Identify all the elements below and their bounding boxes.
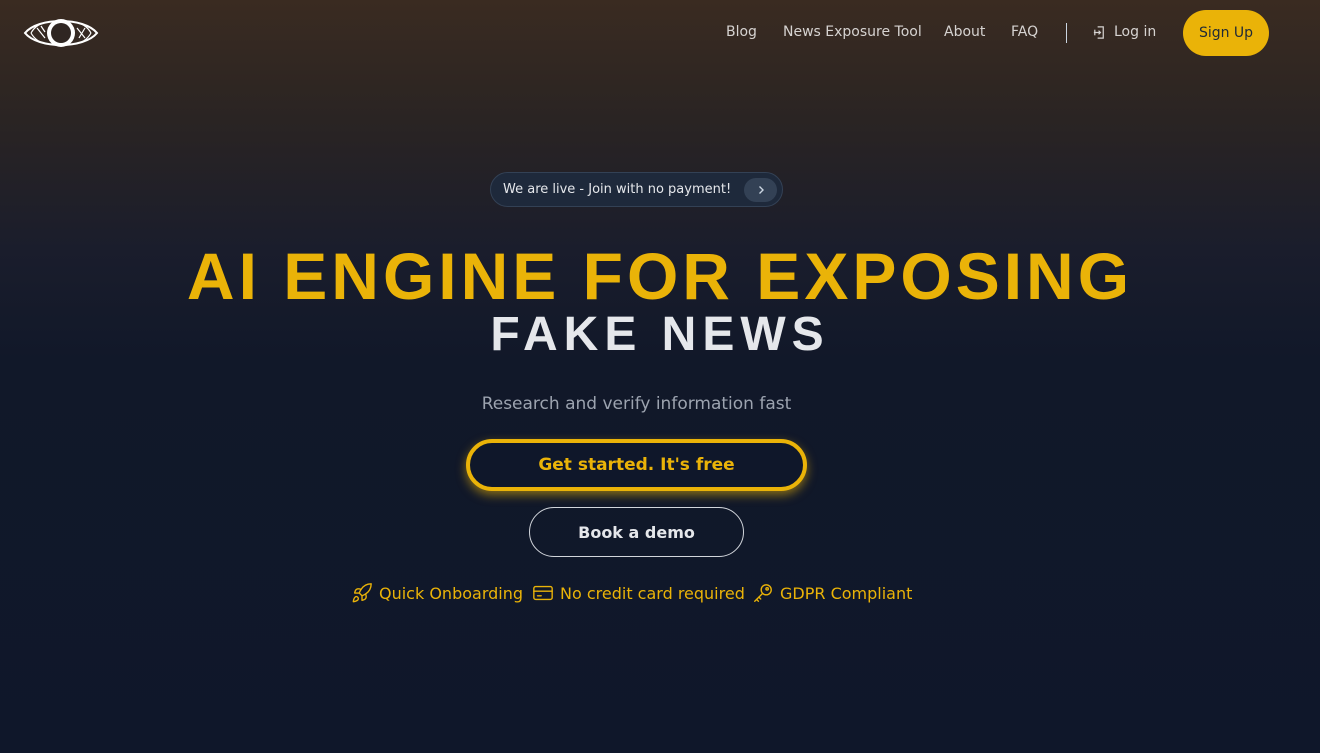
get-started-button[interactable]: Get started. It's free (466, 439, 807, 491)
eye-logo[interactable] (23, 14, 99, 52)
login-label: Log in (1114, 24, 1157, 40)
announcement-text: We are live - Join with no payment! (503, 182, 732, 197)
feature-label: GDPR Compliant (780, 583, 913, 603)
feature-label: No credit card required (560, 583, 745, 603)
nav-link-news-exposure-tool[interactable]: News Exposure Tool (783, 24, 922, 40)
credit-card-icon (533, 585, 553, 601)
key-icon (754, 584, 772, 602)
announcement-pill[interactable]: We are live - Join with no payment! (490, 172, 783, 207)
hero-headline-secondary: FAKE NEWS (490, 308, 830, 361)
nav-link-blog[interactable]: Blog (726, 24, 757, 40)
hero-headline: AI ENGINE FOR EXPOSING (186, 239, 1134, 313)
nav-link-about[interactable]: About (944, 24, 985, 40)
feature-no-credit-card: No credit card required (532, 582, 745, 604)
nav-link-faq[interactable]: FAQ (1011, 24, 1038, 40)
feature-label: Quick Onboarding (379, 583, 524, 603)
top-navbar: Blog News Exposure Tool About FAQ Log in… (0, 0, 1320, 66)
eye-logo-icon (23, 19, 99, 47)
login-icon (1093, 25, 1104, 39)
nav-divider (1066, 23, 1067, 43)
feature-gdpr-compliant: GDPR Compliant (752, 582, 912, 604)
rocket-icon (352, 583, 372, 603)
book-demo-button[interactable]: Book a demo (529, 507, 744, 557)
chevron-right-icon (744, 178, 777, 202)
signup-button[interactable]: Sign Up (1183, 10, 1269, 56)
hero-subtitle: Research and verify information fast (481, 394, 792, 414)
login-button[interactable]: Log in (1092, 24, 1156, 40)
feature-quick-onboarding: Quick Onboarding (351, 582, 523, 604)
